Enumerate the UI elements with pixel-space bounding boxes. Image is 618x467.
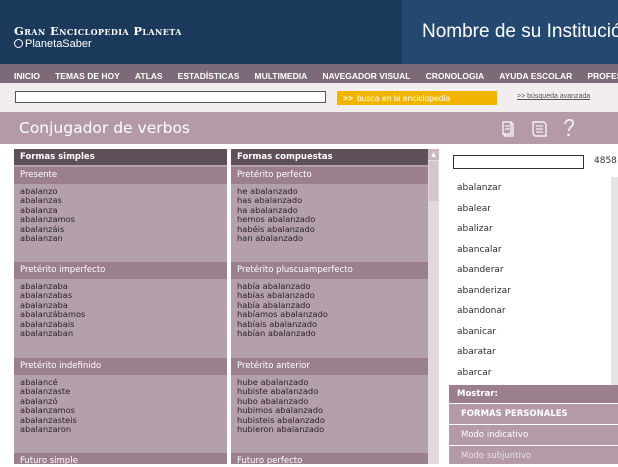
verb-form: abalanzaban	[20, 327, 74, 338]
nav-item-navegador-visual[interactable]: NAVEGADOR VISUAL	[322, 67, 410, 83]
globe-icon	[14, 39, 23, 48]
verb-list-item[interactable]: abalear	[457, 199, 511, 220]
tense-forms-compound: hube abalanzado hubiste abalanzado hubo …	[231, 377, 325, 434]
search-bar: >> busca en la enciclopedia >> búsqueda a…	[0, 83, 618, 112]
scroll-up-arrow-icon[interactable]: ▲	[428, 149, 439, 160]
brand-sub-label: PlanetaSaber	[25, 38, 92, 50]
tense-row: Pretérito imperfecto Pretérito pluscuamp…	[14, 262, 428, 354]
tense-row: Pretérito indefinido Pretérito anterior …	[14, 358, 428, 450]
search-button[interactable]: >> busca en la enciclopedia	[337, 91, 497, 105]
tense-row: Presente Pretérito perfecto abalanzo aba…	[14, 167, 428, 259]
nav-item-multimedia[interactable]: MULTIMEDIA	[254, 67, 307, 83]
verb-list-scrollbar[interactable]	[611, 177, 618, 390]
book-icon[interactable]	[499, 120, 521, 138]
mostrar-item-formas-personales[interactable]: FORMAS PERSONALES	[449, 403, 618, 424]
nav-item-profesor[interactable]: PROFESOR	[587, 67, 618, 83]
brand-title[interactable]: Gran Enciclopedia Planeta	[14, 24, 182, 38]
tense-forms-compound: había abalanzado habías abalanzado había…	[231, 281, 328, 338]
verb-form: hubieron abalanzado	[237, 423, 325, 434]
help-icon[interactable]	[561, 118, 577, 138]
table-scrollbar[interactable]: ▲	[428, 149, 439, 464]
verb-list-item[interactable]: abanderar	[457, 260, 511, 281]
verb-list-item[interactable]: abarcar	[457, 363, 511, 384]
tense-title: Pretérito perfecto	[231, 167, 428, 184]
verb-list-item[interactable]: abalizar	[457, 219, 511, 240]
pages-icon[interactable]	[530, 120, 550, 138]
page-title: Conjugador de verbos	[19, 119, 190, 137]
verb-form: habían abalanzado	[237, 327, 316, 338]
verb-search-input[interactable]	[453, 155, 584, 169]
tense-title: Pretérito imperfecto	[14, 262, 227, 279]
tense-title: Futuro perfecto	[231, 453, 428, 464]
tense-forms-simple: abalanzo abalanzas abalanza abalanzamos …	[14, 186, 75, 243]
verb-list-item[interactable]: abanderizar	[457, 281, 511, 302]
section-header: Conjugador de verbos	[0, 112, 618, 144]
nav-item-estadisticas[interactable]: ESTADÍSTICAS	[178, 67, 240, 83]
nav-item-inicio[interactable]: INICIO	[14, 67, 40, 83]
tense-title: Presente	[14, 167, 227, 184]
tense-forms-compound: he abalanzado has abalanzado ha abalanza…	[231, 186, 315, 243]
verb-form: han abalanzado	[237, 232, 304, 243]
verb-count: 4858	[594, 156, 617, 166]
site-header: Gran Enciclopedia Planeta PlanetaSaber N…	[0, 0, 618, 64]
table-header: Formas simples Formas compuestas	[14, 149, 428, 165]
verb-list-item[interactable]: abandonar	[457, 301, 511, 322]
mostrar-panel: Mostrar: FORMAS PERSONALES Modo indicati…	[449, 385, 618, 464]
nav-item-atlas[interactable]: ATLAS	[135, 67, 163, 83]
double-arrow-icon: >>	[343, 93, 353, 103]
tense-title: Pretérito indefinido	[14, 358, 227, 375]
search-button-label: en la enciclopedia	[382, 93, 451, 103]
verb-form: abalanzan	[20, 232, 63, 243]
tense-title: Pretérito anterior	[231, 358, 428, 375]
tense-title: Futuro simple	[14, 453, 227, 464]
verb-form: abalanzaron	[20, 423, 72, 434]
verb-list-item[interactable]: abanicar	[457, 322, 511, 343]
scrollbar-thumb[interactable]	[429, 161, 438, 201]
verb-list-item[interactable]: abalanzar	[457, 178, 511, 199]
tense-forms-simple: abalanzaba abalanzabas abalanzaba abalan…	[14, 281, 85, 338]
search-button-busca: busca	[356, 93, 380, 103]
verb-panel: 4858 abalanzar abalear abalizar abancala…	[449, 149, 618, 464]
brand-subtitle[interactable]: PlanetaSaber	[14, 38, 92, 50]
advanced-search-link[interactable]: >> búsqueda avanzada	[517, 93, 590, 100]
nav-item-ayuda-escolar[interactable]: AYUDA ESCOLAR	[499, 67, 572, 83]
search-input[interactable]	[15, 91, 326, 103]
column-divider	[227, 149, 231, 464]
column-header-compound: Formas compuestas	[237, 152, 333, 162]
verb-list-item[interactable]: abaratar	[457, 342, 511, 363]
institution-name: Nombre de su Institución	[402, 0, 618, 64]
mostrar-item-modo-subjuntivo[interactable]: Modo subjuntivo	[449, 445, 618, 466]
verb-list-item[interactable]: abancalar	[457, 240, 511, 261]
nav-item-cronologia[interactable]: CRONOLOGIA	[426, 67, 485, 83]
tense-forms-simple: abalancé abalanzaste abalanzó abalanzamo…	[14, 377, 77, 434]
nav-item-temas-de-hoy[interactable]: TEMAS DE HOY	[55, 67, 120, 83]
conjugation-table: Formas simples Formas compuestas Present…	[14, 149, 428, 464]
tense-title: Pretérito pluscuamperfecto	[231, 262, 428, 279]
mostrar-item-modo-indicativo[interactable]: Modo indicativo	[449, 424, 618, 445]
column-header-simple: Formas simples	[20, 152, 95, 162]
main-nav: INICIO TEMAS DE HOY ATLAS ESTADÍSTICAS M…	[0, 64, 618, 83]
tense-row: Futuro simple Futuro perfecto	[14, 453, 428, 464]
mostrar-title: Mostrar:	[449, 385, 618, 403]
